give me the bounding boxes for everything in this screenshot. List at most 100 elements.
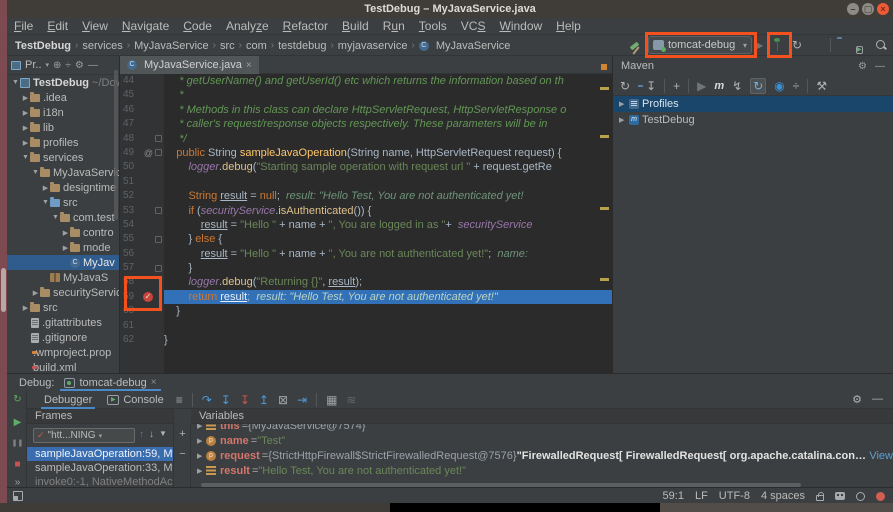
tree-expand-icon[interactable]: ▶ <box>619 100 629 108</box>
fold-icon[interactable] <box>155 265 162 272</box>
debug-session-tab[interactable]: tomcat-debug × <box>60 374 160 391</box>
code-line[interactable]: 48 */ <box>120 132 612 146</box>
menu-item-analyze[interactable]: Analyze <box>226 19 269 33</box>
locate-icon[interactable]: ⊕ <box>53 60 61 71</box>
line-number[interactable]: 52 <box>120 189 142 203</box>
code-line[interactable]: 54 result = "Hello " + name + ", You are… <box>120 218 612 232</box>
line-number[interactable]: 46 <box>120 103 142 117</box>
stop-button[interactable]: ■ <box>11 459 24 470</box>
gear-icon[interactable]: ⚙ <box>75 60 84 71</box>
tree-expand-icon[interactable]: ▶ <box>41 184 50 192</box>
tab-debugger[interactable]: Debugger <box>41 391 95 409</box>
variable-row[interactable]: ▶result = "Hello Test, You are not authe… <box>191 463 893 478</box>
code-area[interactable]: 44 * getUserName() and getUserId() etc w… <box>120 74 612 373</box>
code-line[interactable]: 50 logger.debug("Starting sample operati… <box>120 160 612 174</box>
fold-marker[interactable] <box>155 261 164 275</box>
remove-watch-icon[interactable]: − <box>179 448 185 460</box>
line-number[interactable]: 61 <box>120 319 142 333</box>
code-line[interactable]: 46 * Methods in this class can declare H… <box>120 103 612 117</box>
frame-row[interactable]: sampleJavaOperation:59, My <box>27 447 174 461</box>
breadcrumb-item[interactable]: myjavaservice <box>338 40 408 52</box>
indent-setting[interactable]: 4 spaces <box>761 490 805 502</box>
tree-expand-icon[interactable]: ▶ <box>197 467 206 475</box>
project-tree-item[interactable]: ▶designtime <box>7 180 119 195</box>
code-line[interactable]: 55 } else { <box>120 232 612 246</box>
code-line[interactable]: 52 String result = null; result: "Hello … <box>120 189 612 203</box>
fold-marker[interactable] <box>155 146 164 160</box>
fold-marker[interactable] <box>155 132 164 146</box>
step-into-icon[interactable]: ↧ <box>221 393 231 407</box>
close-button[interactable]: × <box>877 3 889 15</box>
line-number[interactable]: 54 <box>120 218 142 232</box>
breadcrumb-item[interactable]: testdebug <box>278 40 326 52</box>
collapse-all-icon[interactable]: ÷ <box>65 60 71 71</box>
menu-item-code[interactable]: Code <box>183 19 212 33</box>
gear-icon[interactable]: ⚙ <box>852 393 862 406</box>
variable-row[interactable]: ▶this = {MyJavaService@7574} <box>191 424 893 433</box>
breadcrumb-item[interactable]: MyJavaService <box>134 40 209 52</box>
line-number[interactable]: 56 <box>120 247 142 261</box>
maven-tree-item-profiles[interactable]: ▶Profiles <box>613 96 893 112</box>
line-number[interactable]: 47 <box>120 117 142 131</box>
tree-expand-icon[interactable]: ▼ <box>31 169 40 176</box>
coverage-button[interactable]: ↻ <box>792 38 802 53</box>
tree-expand-icon[interactable]: ▶ <box>21 304 30 312</box>
tree-expand-icon[interactable]: ▼ <box>41 199 50 206</box>
tree-expand-icon[interactable]: ▶ <box>21 94 30 102</box>
evaluate-expression-icon[interactable]: ▦ <box>326 393 337 407</box>
layout-menu-icon[interactable]: ≡ <box>176 393 183 407</box>
tree-expand-icon[interactable]: ▶ <box>61 244 70 252</box>
menu-item-navigate[interactable]: Navigate <box>122 19 169 33</box>
line-number[interactable]: 45 <box>120 88 142 102</box>
project-tree-item[interactable]: ▼src <box>7 195 119 210</box>
editor-tab[interactable]: MyJavaService.java × <box>120 56 259 74</box>
breadcrumb-item[interactable]: services <box>82 40 122 52</box>
tree-expand-icon[interactable]: ▶ <box>197 437 206 445</box>
project-tree-item[interactable]: ▶src <box>7 300 119 315</box>
tree-expand-icon[interactable]: ▼ <box>51 214 60 221</box>
view-link[interactable]: View <box>869 450 893 462</box>
breadcrumb-item[interactable]: TestDebug <box>15 40 71 52</box>
project-tree-item[interactable]: .wmproject.prop <box>7 345 119 360</box>
lock-icon[interactable] <box>816 495 824 501</box>
line-number[interactable]: 53 <box>120 204 142 218</box>
project-tree-item[interactable]: .gitattributes <box>7 315 119 330</box>
line-number[interactable]: 50 <box>120 160 142 174</box>
fold-icon[interactable] <box>155 149 162 156</box>
next-frame-icon[interactable]: ↓ <box>149 429 154 440</box>
error-stripe-mark[interactable] <box>600 207 609 210</box>
add-maven-project-icon[interactable]: + <box>673 79 680 93</box>
tab-console[interactable]: ▶ Console <box>104 391 166 409</box>
notifications-icon[interactable] <box>856 492 865 501</box>
project-tree-item[interactable]: MyJavaS <box>7 270 119 285</box>
prev-frame-icon[interactable]: ↑ <box>139 429 144 440</box>
project-panel-title[interactable]: Pr.. <box>25 59 42 71</box>
caret-position[interactable]: 59:1 <box>663 490 684 502</box>
tree-expand-icon[interactable]: ▶ <box>197 424 206 430</box>
close-tab-icon[interactable]: × <box>246 60 252 71</box>
line-number[interactable]: 51 <box>120 175 142 189</box>
hide-panel-icon[interactable]: — <box>88 60 98 71</box>
running-list-button[interactable]: ▶ <box>856 40 863 55</box>
profiles-icon[interactable]: ◉ <box>774 79 784 93</box>
project-tree-item[interactable]: ▶lib <box>7 120 119 135</box>
tree-expand-icon[interactable]: ▶ <box>61 229 70 237</box>
menu-item-vcs[interactable]: VCS <box>461 19 486 33</box>
minimize-button[interactable]: – <box>847 3 859 15</box>
run-to-cursor-icon[interactable]: ⇥ <box>297 393 307 407</box>
project-tree-item[interactable]: ▼com.test <box>7 210 119 225</box>
tree-expand-icon[interactable]: ▶ <box>21 124 30 132</box>
force-step-into-icon[interactable]: ↧ <box>240 393 250 407</box>
plugin-icon[interactable]: ↯ <box>732 79 742 93</box>
line-number[interactable]: 44 <box>120 74 142 88</box>
download-sources-icon[interactable]: ↧ <box>646 79 656 93</box>
tree-expand-icon[interactable]: ▶ <box>619 116 629 124</box>
chevron-down-icon[interactable]: ▾ <box>46 61 50 69</box>
refresh-icon[interactable]: ↻ <box>620 79 630 93</box>
menu-item-edit[interactable]: Edit <box>47 19 68 33</box>
fold-icon[interactable] <box>155 135 162 142</box>
code-line[interactable]: 62} <box>120 333 612 347</box>
tree-expand-icon[interactable]: ▶ <box>197 452 206 460</box>
add-watch-icon[interactable]: + <box>179 428 185 440</box>
line-number[interactable]: 49 <box>120 146 142 160</box>
